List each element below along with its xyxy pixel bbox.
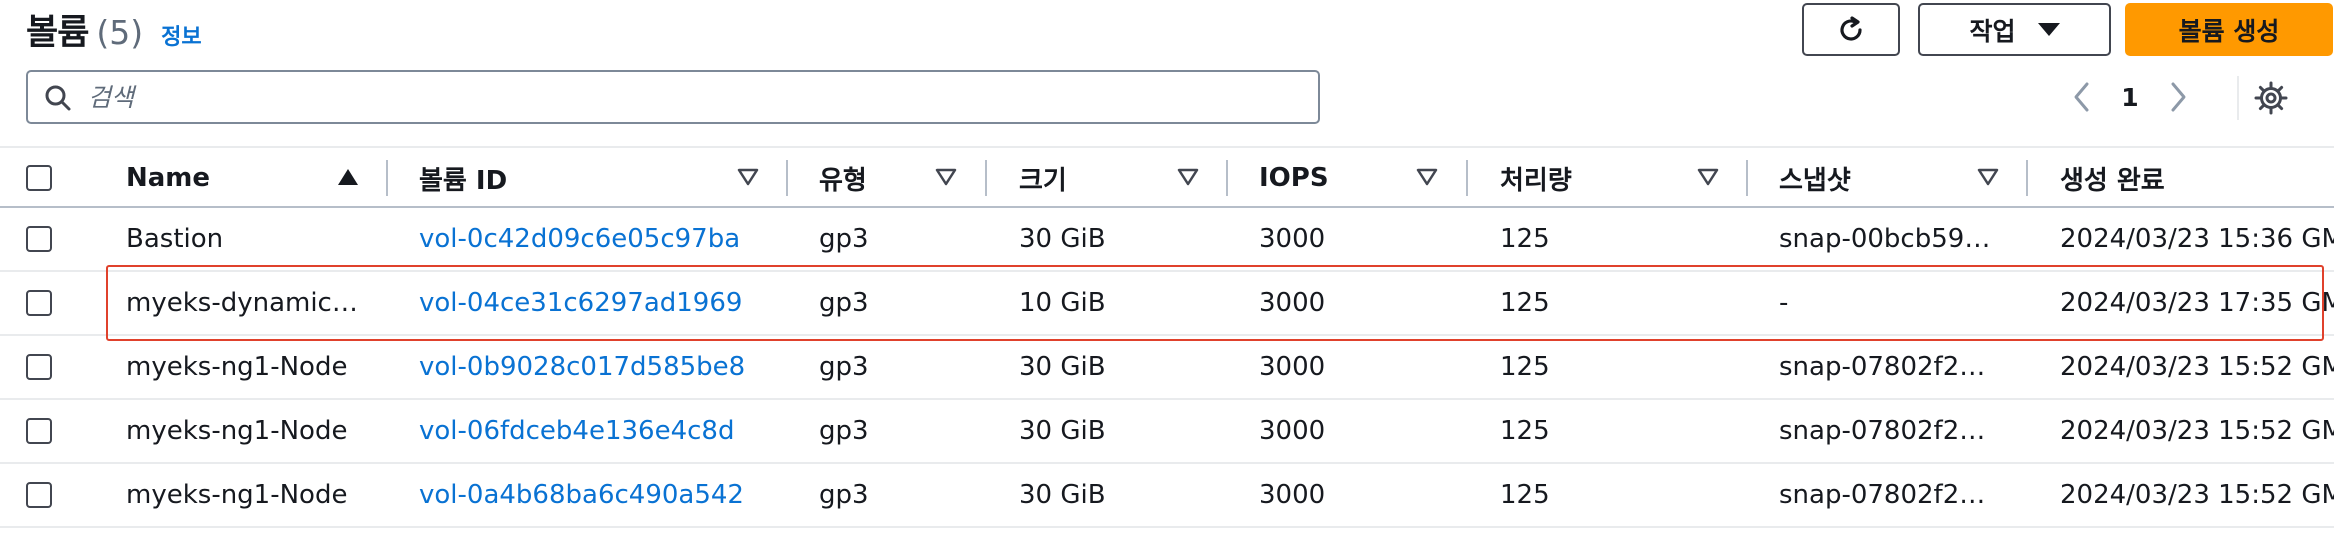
sort-filter-icon[interactable] [1697,168,1719,186]
cell-type: gp3 [819,480,869,510]
row-checkbox[interactable] [26,290,52,316]
cell-volume-id-link[interactable]: vol-06fdceb4e136e4c8d [419,400,779,462]
cell-snapshot: snap-00bcb59… [1779,224,1991,254]
column-divider[interactable] [1466,160,1468,196]
table-row[interactable]: myeks-ng1-Node vol-0a4b68ba6c490a542 gp3… [0,464,2334,528]
select-all-checkbox[interactable] [26,165,52,191]
search-input[interactable] [86,81,1290,113]
sort-filter-icon[interactable] [1977,168,1999,186]
pagination: 1 [2060,72,2200,122]
cell-created: 2024/03/23 15:52 GMT [2060,352,2334,382]
table-row[interactable]: Bastion vol-0c42d09c6e05c97ba gp3 30 GiB… [0,208,2334,272]
cell-volume-id-link[interactable]: vol-0b9028c017d585be8 [419,336,779,398]
previous-page-button[interactable] [2060,72,2104,122]
cell-name: myeks-ng1-Node [126,480,348,510]
cell-size: 30 GiB [1019,416,1106,446]
info-link[interactable]: 정보 [161,19,201,51]
table-row[interactable]: myeks-ng1-Node vol-0b9028c017d585be8 gp3… [0,336,2334,400]
column-header-size[interactable]: 크기 [1019,148,1067,208]
cell-volume-id-link[interactable]: vol-04ce31c6297ad1969 [419,272,779,334]
cell-name: myeks-ng1-Node [126,352,348,382]
refresh-icon [1840,15,1862,41]
chevron-left-icon [2074,82,2089,112]
column-divider[interactable] [386,160,388,196]
cell-iops: 3000 [1259,480,1326,510]
page-header: 볼륨 (5) 정보 [26,4,202,54]
cell-throughput: 125 [1500,288,1550,318]
actions-label: 작업 [1969,16,2016,46]
cell-snapshot: - [1779,288,1789,318]
volumes-table: Name 볼륨 ID 유형 크기 IOPS 처리량 스냅샷 생성 완료 Bast… [0,146,2334,528]
caret-down-icon [2037,23,2060,36]
table-settings-button[interactable] [2251,78,2291,118]
column-header-snapshot[interactable]: 스냅샷 [1779,148,1851,208]
actions-dropdown-button[interactable]: 작업 [1918,3,2111,56]
column-header-throughput[interactable]: 처리량 [1500,148,1572,208]
search-icon [45,85,71,111]
cell-size: 30 GiB [1019,480,1106,510]
cell-throughput: 125 [1500,224,1550,254]
chevron-right-icon [2171,82,2186,112]
next-page-button[interactable] [2156,72,2200,122]
current-page-number[interactable]: 1 [2104,83,2156,112]
cell-volume-id-link[interactable]: vol-0c42d09c6e05c97ba [419,208,779,270]
sort-filter-icon[interactable] [1177,168,1199,186]
column-divider[interactable] [985,160,987,196]
cell-type: gp3 [819,416,869,446]
cell-size: 30 GiB [1019,352,1106,382]
column-divider[interactable] [2026,160,2028,196]
cell-iops: 3000 [1259,352,1326,382]
pagination-divider [2237,76,2239,120]
sort-ascending-icon[interactable] [337,168,359,186]
cell-iops: 3000 [1259,288,1326,318]
cell-throughput: 125 [1500,352,1550,382]
column-header-iops[interactable]: IOPS [1259,148,1329,208]
refresh-button[interactable] [1802,3,1900,56]
settings-gear-icon [2254,81,2288,115]
cell-iops: 3000 [1259,224,1326,254]
cell-snapshot: snap-07802f2… [1779,416,1986,446]
row-checkbox[interactable] [26,354,52,380]
column-divider[interactable] [1746,160,1748,196]
cell-throughput: 125 [1500,416,1550,446]
table-header: Name 볼륨 ID 유형 크기 IOPS 처리량 스냅샷 생성 완료 [0,146,2334,208]
cell-created: 2024/03/23 15:52 GMT [2060,416,2334,446]
search-field[interactable] [26,70,1320,124]
cell-name: myeks-ng1-Node [126,416,348,446]
create-volume-button[interactable]: 볼륨 생성 [2125,3,2333,56]
column-divider[interactable] [1226,160,1228,196]
table-row[interactable]: myeks-ng1-Node vol-06fdceb4e136e4c8d gp3… [0,400,2334,464]
row-checkbox[interactable] [26,482,52,508]
row-checkbox[interactable] [26,226,52,252]
cell-created: 2024/03/23 15:52 GMT [2060,480,2334,510]
cell-size: 10 GiB [1019,288,1106,318]
cell-created: 2024/03/23 15:36 GMT [2060,224,2334,254]
row-checkbox[interactable] [26,418,52,444]
column-divider[interactable] [786,160,788,196]
cell-created: 2024/03/23 17:35 GMT [2060,288,2334,318]
cell-size: 30 GiB [1019,224,1106,254]
column-header-type[interactable]: 유형 [819,148,867,208]
column-header-created[interactable]: 생성 완료 [2060,148,2165,208]
cell-type: gp3 [819,352,869,382]
cell-name: myeks-dynamic… [126,288,358,318]
sort-filter-icon[interactable] [1416,168,1438,186]
volume-count: (5) [96,13,144,52]
sort-filter-icon[interactable] [935,168,957,186]
cell-throughput: 125 [1500,480,1550,510]
page-title: 볼륨 [26,13,89,53]
cell-snapshot: snap-07802f2… [1779,352,1986,382]
table-row[interactable]: myeks-dynamic… vol-04ce31c6297ad1969 gp3… [0,272,2334,336]
cell-type: gp3 [819,224,869,254]
cell-name: Bastion [126,224,224,254]
cell-snapshot: snap-07802f2… [1779,480,1986,510]
cell-iops: 3000 [1259,416,1326,446]
cell-volume-id-link[interactable]: vol-0a4b68ba6c490a542 [419,464,779,526]
column-header-name[interactable]: Name [126,148,210,208]
cell-type: gp3 [819,288,869,318]
column-header-volume-id[interactable]: 볼륨 ID [419,148,507,208]
sort-filter-icon[interactable] [737,168,759,186]
